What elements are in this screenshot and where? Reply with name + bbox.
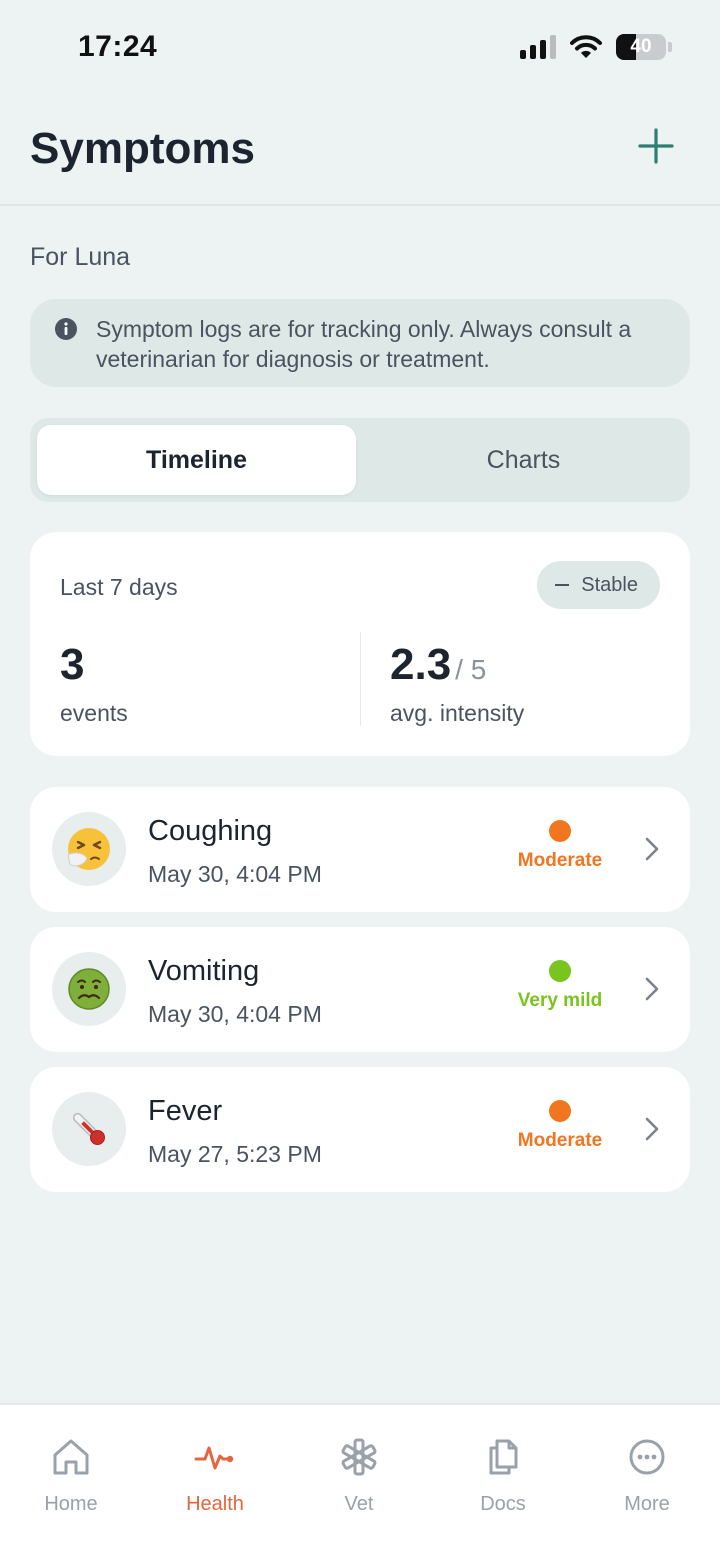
- severity-label: Moderate: [517, 1130, 603, 1151]
- nav-more-label: More: [624, 1493, 670, 1515]
- severity-indicator: Moderate: [500, 1100, 620, 1152]
- stat-divider: [360, 632, 361, 726]
- nav-home-label: Home: [44, 1493, 98, 1515]
- nav-health[interactable]: Health: [155, 1435, 275, 1516]
- trend-badge: Stable: [537, 561, 660, 609]
- wifi-icon: [570, 35, 602, 58]
- severity-label: Very mild: [517, 990, 603, 1011]
- status-time: 17:24: [78, 30, 158, 63]
- cellular-signal-icon: [520, 35, 556, 59]
- battery-level: 40: [630, 36, 652, 57]
- nav-docs-label: Docs: [480, 1493, 526, 1515]
- battery-tip: [668, 42, 672, 52]
- symptom-date: May 27, 5:23 PM: [148, 1141, 322, 1167]
- severity-indicator: Moderate: [500, 820, 620, 872]
- severity-indicator: Very mild: [500, 960, 620, 1012]
- chevron-right-icon: [645, 837, 659, 861]
- plus-icon: [638, 128, 674, 164]
- heartbeat-icon: [194, 1446, 234, 1470]
- symptom-name: Vomiting: [148, 955, 260, 987]
- severity-dot: [549, 960, 571, 982]
- status-icons: 40: [520, 34, 672, 60]
- header: Symptoms: [0, 96, 720, 206]
- bottom-tab-bar: Home Health Vet Docs More: [0, 1403, 720, 1558]
- symptom-date: May 30, 4:04 PM: [148, 861, 322, 887]
- events-count: 3: [60, 640, 85, 689]
- nav-health-label: Health: [186, 1493, 244, 1515]
- trend-label: Stable: [581, 573, 638, 596]
- symptom-avatar: [52, 812, 126, 886]
- symptom-item-vomiting[interactable]: Vomiting May 30, 4:04 PM Very mild: [30, 927, 690, 1052]
- documents-icon: [489, 1439, 518, 1475]
- avg-intensity-value: 2.3: [390, 640, 452, 689]
- chevron-right-icon: [645, 977, 659, 1001]
- disclaimer-banner: Symptom logs are for tracking only. Alwa…: [30, 299, 690, 387]
- symptom-avatar: [52, 1092, 126, 1166]
- avg-intensity-scale: / 5: [455, 654, 487, 685]
- symptom-name: Coughing: [148, 815, 273, 847]
- nav-vet-label: Vet: [344, 1493, 374, 1515]
- chevron-right-icon: [645, 1117, 659, 1141]
- summary-card: Last 7 days Stable 3 events 2.3/ 5 avg. …: [30, 532, 690, 756]
- avg-intensity: 2.3/ 5: [390, 640, 486, 690]
- nav-more[interactable]: More: [587, 1435, 707, 1516]
- thermometer-icon: [72, 1112, 105, 1145]
- minus-icon: [555, 584, 570, 586]
- home-icon: [53, 1439, 89, 1475]
- severity-dot: [549, 1100, 571, 1122]
- severity-dot: [549, 820, 571, 842]
- medical-star-icon: [341, 1438, 377, 1476]
- summary-period: Last 7 days: [60, 574, 178, 600]
- status-bar: 17:24 40: [0, 0, 720, 96]
- view-toggle: Timeline Charts: [30, 418, 690, 502]
- symptom-item-fever[interactable]: Fever May 27, 5:23 PM Moderate: [30, 1067, 690, 1192]
- nav-home[interactable]: Home: [11, 1435, 131, 1516]
- severity-label: Moderate: [517, 850, 603, 871]
- nav-docs[interactable]: Docs: [443, 1435, 563, 1516]
- info-icon: [55, 318, 77, 340]
- disclaimer-text: Symptom logs are for tracking only. Alwa…: [96, 316, 632, 372]
- more-icon: [629, 1439, 665, 1475]
- sneezing-face-icon: [67, 828, 110, 870]
- tab-charts[interactable]: Charts: [364, 425, 683, 495]
- nauseated-face-icon: [68, 968, 110, 1010]
- battery-icon: 40: [616, 34, 666, 60]
- tab-timeline[interactable]: Timeline: [37, 425, 356, 495]
- nav-vet[interactable]: Vet: [299, 1435, 419, 1516]
- add-symptom-button[interactable]: [636, 126, 676, 166]
- symptom-name: Fever: [148, 1095, 223, 1127]
- symptom-avatar: [52, 952, 126, 1026]
- avg-intensity-label: avg. intensity: [390, 700, 525, 726]
- events-label: events: [60, 700, 128, 726]
- page-title: Symptoms: [30, 124, 255, 173]
- symptom-item-coughing[interactable]: Coughing May 30, 4:04 PM Moderate: [30, 787, 690, 912]
- pet-subtitle: For Luna: [30, 243, 131, 271]
- symptom-date: May 30, 4:04 PM: [148, 1001, 322, 1027]
